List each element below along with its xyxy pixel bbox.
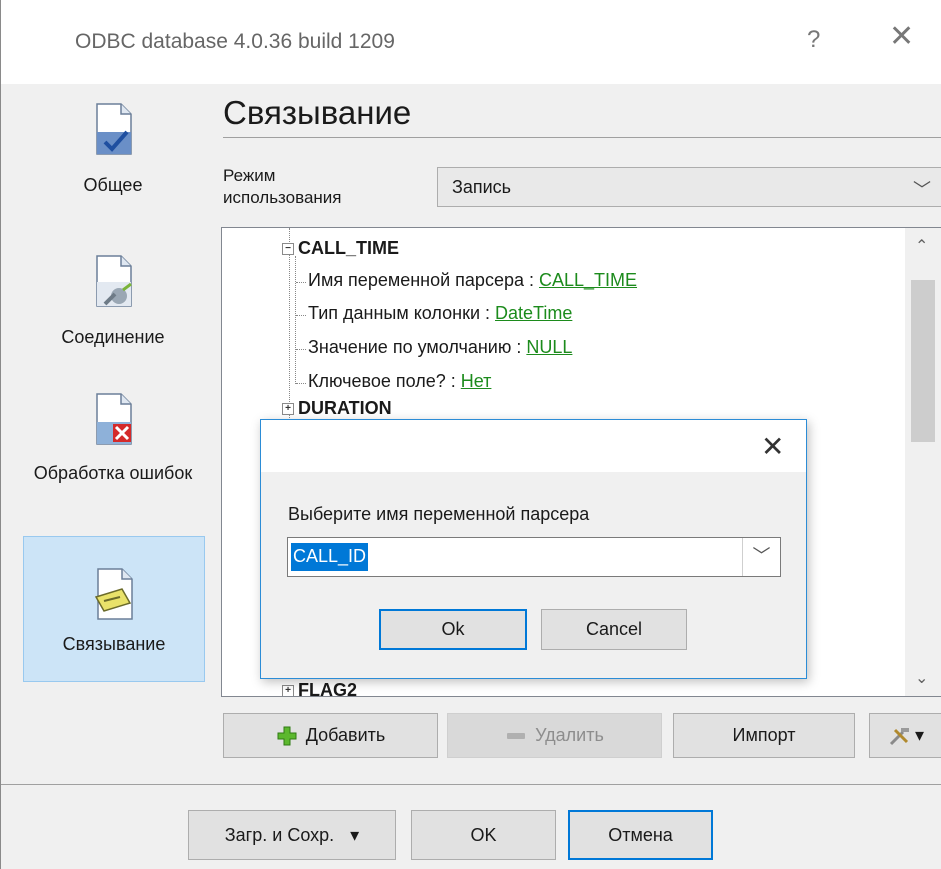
tree-connector <box>296 282 306 283</box>
tree-property: Ключевое поле? : Нет <box>308 371 491 392</box>
tree-node-flag2[interactable]: + FLAG2 <box>282 680 358 697</box>
tree-connector <box>296 349 306 350</box>
mode-select-value: Запись <box>452 177 512 197</box>
sidebar-item-connection[interactable]: Соединение <box>23 252 205 364</box>
cancel-button-label: Отмена <box>608 824 673 845</box>
tree-connector <box>296 383 306 384</box>
collapse-icon[interactable]: − <box>282 243 294 256</box>
expand-icon[interactable]: + <box>282 685 294 696</box>
sidebar-item-label: Соединение <box>61 327 165 347</box>
dropdown-arrow-icon: ▾ <box>914 725 925 745</box>
document-link-icon <box>94 568 133 620</box>
load-save-label: Загр. и Сохр. <box>224 824 335 845</box>
tree-connector <box>296 315 306 316</box>
tree-property: Тип данным колонки : DateTime <box>308 303 572 324</box>
ok-button-label: OK <box>470 824 497 845</box>
dialog-ok-label: Ok <box>441 619 465 639</box>
page-title: Связывание <box>223 94 412 131</box>
property-label: Имя переменной парсера : <box>308 270 539 290</box>
delete-button-label: Удалить <box>535 725 604 745</box>
title-divider <box>223 137 941 138</box>
document-check-icon <box>96 103 132 155</box>
property-label: Значение по умолчанию : <box>308 337 527 357</box>
tree-property: Значение по умолчанию : NULL <box>308 337 572 358</box>
document-plug-icon <box>96 255 132 307</box>
add-button-label: Добавить <box>305 725 386 745</box>
scroll-down-icon[interactable]: ⌄ <box>915 668 928 688</box>
main-window: ODBC database 4.0.36 build 1209 ? ✕ Обще… <box>0 0 941 869</box>
sidebar-item-general[interactable]: Общее <box>23 98 205 210</box>
window-title: ODBC database 4.0.36 build 1209 <box>75 30 395 53</box>
dialog-title-bar: ✕ <box>261 420 806 472</box>
tree-scrollbar[interactable]: ⌃ ⌄ <box>905 228 941 696</box>
tools-icon <box>889 727 909 745</box>
title-bar: ODBC database 4.0.36 build 1209 ? ✕ <box>1 0 941 84</box>
parser-variable-value[interactable]: CALL_ID <box>291 543 369 571</box>
cancel-button[interactable]: Отмена <box>568 810 713 860</box>
sidebar-item-error-handling[interactable]: Обработка ошибок <box>23 390 205 516</box>
tree-node-label: CALL_TIME <box>298 238 399 258</box>
sidebar: Общее Соединение Обработка ошибок Связыв… <box>1 84 211 784</box>
scroll-up-icon[interactable]: ⌃ <box>915 236 928 256</box>
ok-button[interactable]: OK <box>411 810 556 860</box>
expand-icon[interactable]: + <box>282 403 294 416</box>
dialog-close-button[interactable]: ✕ <box>761 430 784 463</box>
load-save-button[interactable]: Загр. и Сохр. ▾ <box>188 810 396 860</box>
property-label: Тип данным колонки : <box>308 303 495 323</box>
window-close-button[interactable]: ✕ <box>889 22 914 52</box>
tree-property: Имя переменной парсера : CALL_TIME <box>308 270 637 291</box>
property-value-link[interactable]: Нет <box>461 371 492 391</box>
sidebar-item-label: Обработка ошибок <box>33 463 193 483</box>
import-button-label: Импорт <box>732 725 796 745</box>
dialog-ok-button[interactable]: Ok <box>379 609 527 650</box>
import-button[interactable]: Импорт <box>673 713 855 758</box>
chevron-down-icon[interactable]: ﹀ <box>742 538 780 576</box>
plus-icon <box>277 726 297 745</box>
minus-icon <box>507 732 526 739</box>
property-label: Ключевое поле? : <box>308 371 461 391</box>
mode-label-line: использования <box>223 188 342 207</box>
footer-divider <box>1 784 941 785</box>
document-error-icon <box>96 393 132 445</box>
help-button[interactable]: ? <box>807 26 820 54</box>
dropdown-arrow-icon: ▾ <box>350 824 360 845</box>
mode-label: Режим использования <box>223 165 342 209</box>
scrollbar-thumb[interactable] <box>911 280 935 442</box>
sidebar-item-label: Общее <box>83 175 143 195</box>
dialog-prompt: Выберите имя переменной парсера <box>288 504 590 524</box>
dialog-cancel-label: Cancel <box>585 619 643 639</box>
tools-menu-button[interactable]: ▾ <box>869 713 941 758</box>
parser-variable-combo[interactable]: CALL_ID ﹀ <box>287 537 781 577</box>
delete-button[interactable]: Удалить <box>447 713 662 758</box>
property-value-link[interactable]: NULL <box>526 337 572 357</box>
sidebar-item-binding[interactable]: Связывание <box>23 536 205 682</box>
mode-label-line: Режим <box>223 166 276 185</box>
tree-node-duration[interactable]: + DURATION <box>282 398 392 419</box>
tree-node-label: FLAG2 <box>298 680 358 697</box>
add-button[interactable]: Добавить <box>223 713 438 758</box>
mode-select[interactable]: Запись ﹀ <box>437 167 941 207</box>
tree-connector <box>295 256 296 384</box>
property-value-link[interactable]: DateTime <box>495 303 572 323</box>
dialog-cancel-button[interactable]: Cancel <box>541 609 687 650</box>
sidebar-item-label: Связывание <box>62 634 166 654</box>
property-value-link[interactable]: CALL_TIME <box>539 270 637 290</box>
select-variable-dialog: ✕ Выберите имя переменной парсера CALL_I… <box>260 419 807 679</box>
tree-node-label: DURATION <box>298 398 392 418</box>
chevron-down-icon: ﹀ <box>913 180 931 200</box>
tree-node-call-time[interactable]: − CALL_TIME <box>282 238 399 259</box>
